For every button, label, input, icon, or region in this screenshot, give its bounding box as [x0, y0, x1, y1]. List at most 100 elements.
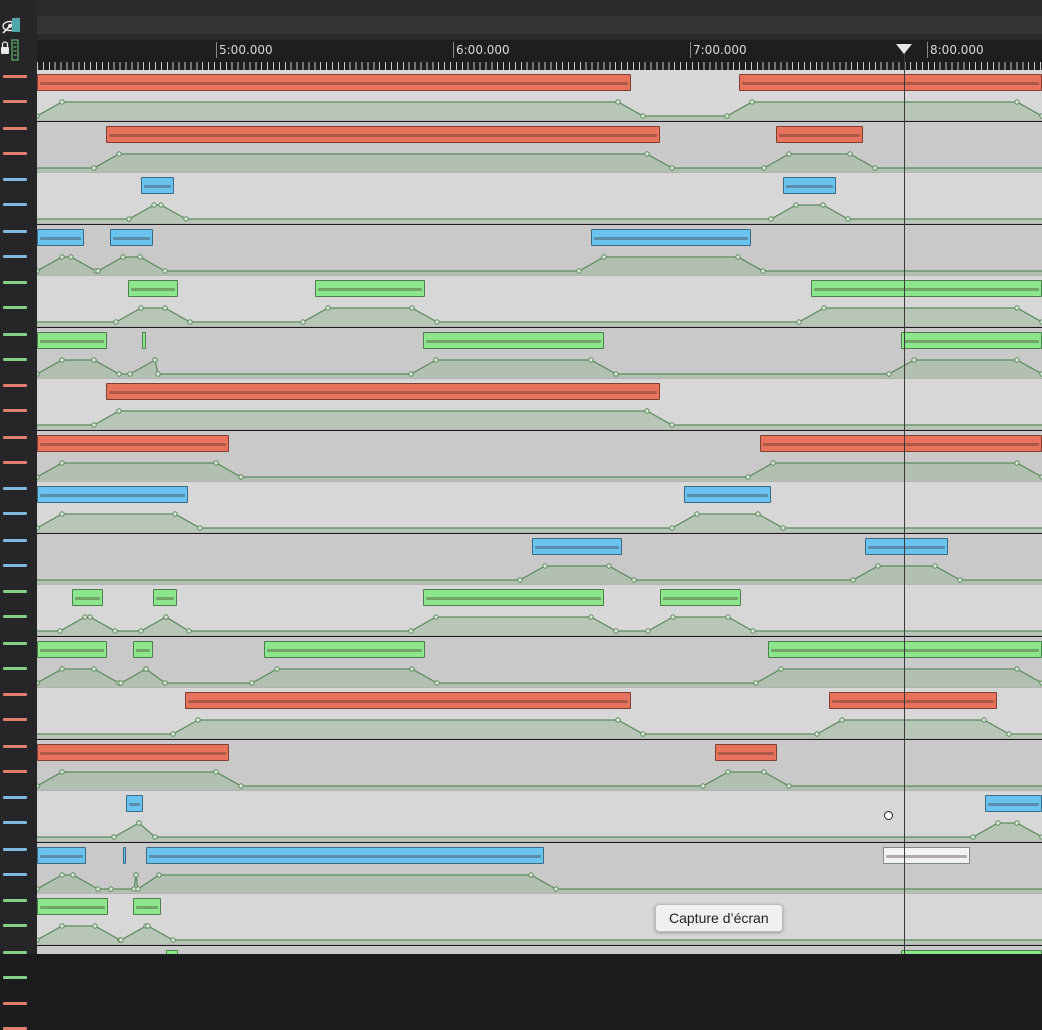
envelope-fill — [37, 256, 1042, 275]
volume-envelope[interactable] — [37, 352, 1042, 378]
track-color-mark — [3, 487, 27, 490]
volume-envelope[interactable] — [37, 918, 1042, 944]
audio-clip[interactable] — [146, 846, 544, 864]
volume-envelope[interactable] — [37, 249, 1042, 275]
audio-clip[interactable] — [128, 280, 178, 297]
envelope-point — [553, 885, 559, 892]
track-1[interactable] — [37, 70, 1042, 121]
audio-clip[interactable] — [423, 589, 604, 606]
arrange-tracks[interactable] — [37, 70, 1042, 954]
volume-envelope[interactable] — [37, 146, 1042, 172]
clip-waveform — [40, 494, 185, 497]
audio-clip[interactable] — [532, 537, 622, 555]
audio-clip[interactable] — [106, 383, 660, 400]
audio-clip[interactable] — [142, 331, 146, 349]
track-14[interactable] — [37, 739, 1042, 791]
volume-envelope[interactable] — [37, 867, 1042, 893]
audio-clip[interactable] — [153, 589, 177, 606]
audio-clip[interactable] — [591, 228, 751, 246]
audio-clip[interactable] — [133, 898, 161, 915]
track-7[interactable] — [37, 379, 1042, 430]
audio-clip[interactable] — [37, 743, 229, 761]
audio-clip[interactable] — [715, 743, 777, 761]
track-10[interactable] — [37, 533, 1042, 585]
volume-envelope[interactable] — [37, 403, 1042, 429]
audio-clip[interactable] — [141, 177, 174, 194]
audio-clip[interactable] — [110, 228, 153, 246]
envelope-fill — [37, 462, 1042, 481]
audio-clip[interactable] — [72, 589, 103, 606]
audio-clip[interactable] — [106, 125, 660, 143]
audio-clip[interactable] — [760, 434, 1042, 452]
audio-clip[interactable] — [315, 280, 425, 297]
envelope-point — [872, 164, 878, 171]
volume-envelope[interactable] — [37, 94, 1042, 120]
audio-clip[interactable] — [423, 331, 604, 349]
audio-clip[interactable] — [264, 640, 425, 658]
audio-clip[interactable] — [783, 177, 836, 194]
audio-clip[interactable] — [37, 228, 84, 246]
audio-clip[interactable] — [126, 795, 143, 812]
envelope-point — [820, 202, 826, 208]
audio-clip[interactable] — [865, 537, 948, 555]
volume-envelope[interactable] — [37, 455, 1042, 481]
track-2[interactable] — [37, 121, 1042, 173]
volume-envelope[interactable] — [37, 609, 1042, 635]
volume-envelope[interactable] — [37, 558, 1042, 584]
volume-envelope[interactable] — [37, 300, 1042, 326]
audio-clip[interactable] — [37, 898, 108, 915]
volume-envelope[interactable] — [37, 506, 1042, 532]
audio-clip[interactable] — [776, 125, 863, 143]
track-13[interactable] — [37, 688, 1042, 739]
audio-clip[interactable] — [985, 795, 1042, 812]
audio-clip[interactable] — [37, 640, 107, 658]
audio-clip[interactable] — [185, 692, 631, 709]
volume-envelope[interactable] — [37, 712, 1042, 738]
track-12[interactable] — [37, 636, 1042, 688]
track-16[interactable] — [37, 842, 1042, 894]
track-9[interactable] — [37, 482, 1042, 533]
audio-clip[interactable] — [166, 949, 178, 954]
envelope-point-handle[interactable] — [884, 811, 893, 820]
track-4[interactable] — [37, 224, 1042, 276]
audio-clip[interactable] — [37, 74, 631, 91]
track-17[interactable] — [37, 894, 1042, 945]
track-5[interactable] — [37, 276, 1042, 327]
track-18[interactable] — [37, 945, 1042, 954]
playhead-marker[interactable] — [896, 44, 912, 54]
envelope-point — [601, 253, 607, 260]
lock-icon[interactable] — [1, 41, 9, 54]
track-8[interactable] — [37, 430, 1042, 482]
audio-clip[interactable] — [901, 331, 1042, 349]
envelope-point — [845, 216, 851, 222]
audio-clip[interactable] — [811, 280, 1042, 297]
volume-envelope[interactable] — [37, 197, 1042, 223]
audio-clip[interactable] — [768, 640, 1042, 658]
clip-waveform — [988, 803, 1039, 806]
audio-clip[interactable] — [739, 74, 1042, 91]
track-6[interactable] — [37, 327, 1042, 379]
audio-clip[interactable] — [660, 589, 741, 606]
audio-clip[interactable] — [37, 486, 188, 503]
audio-clip[interactable] — [901, 949, 1042, 954]
audio-clip[interactable] — [883, 846, 970, 864]
audio-clip[interactable] — [684, 486, 771, 503]
envelope-point — [197, 525, 203, 531]
envelope-point — [91, 356, 97, 363]
timeline-ruler[interactable]: 5:00.000 6:00.000 7:00.000 8:00.000 — [37, 40, 1042, 70]
envelope-point — [152, 834, 158, 840]
edit-icon[interactable] — [11, 39, 19, 61]
audio-clip[interactable] — [123, 846, 126, 864]
volume-envelope[interactable] — [37, 764, 1042, 790]
audio-clip[interactable] — [37, 331, 107, 349]
audio-clip[interactable] — [37, 846, 86, 864]
clip-waveform — [718, 751, 774, 755]
volume-envelope[interactable] — [37, 661, 1042, 687]
track-3[interactable] — [37, 173, 1042, 224]
clip-waveform — [771, 648, 1039, 652]
audio-clip[interactable] — [829, 692, 997, 709]
track-11[interactable] — [37, 585, 1042, 636]
audio-clip[interactable] — [37, 434, 229, 452]
track-color-mark — [3, 75, 27, 78]
audio-clip[interactable] — [133, 640, 153, 658]
